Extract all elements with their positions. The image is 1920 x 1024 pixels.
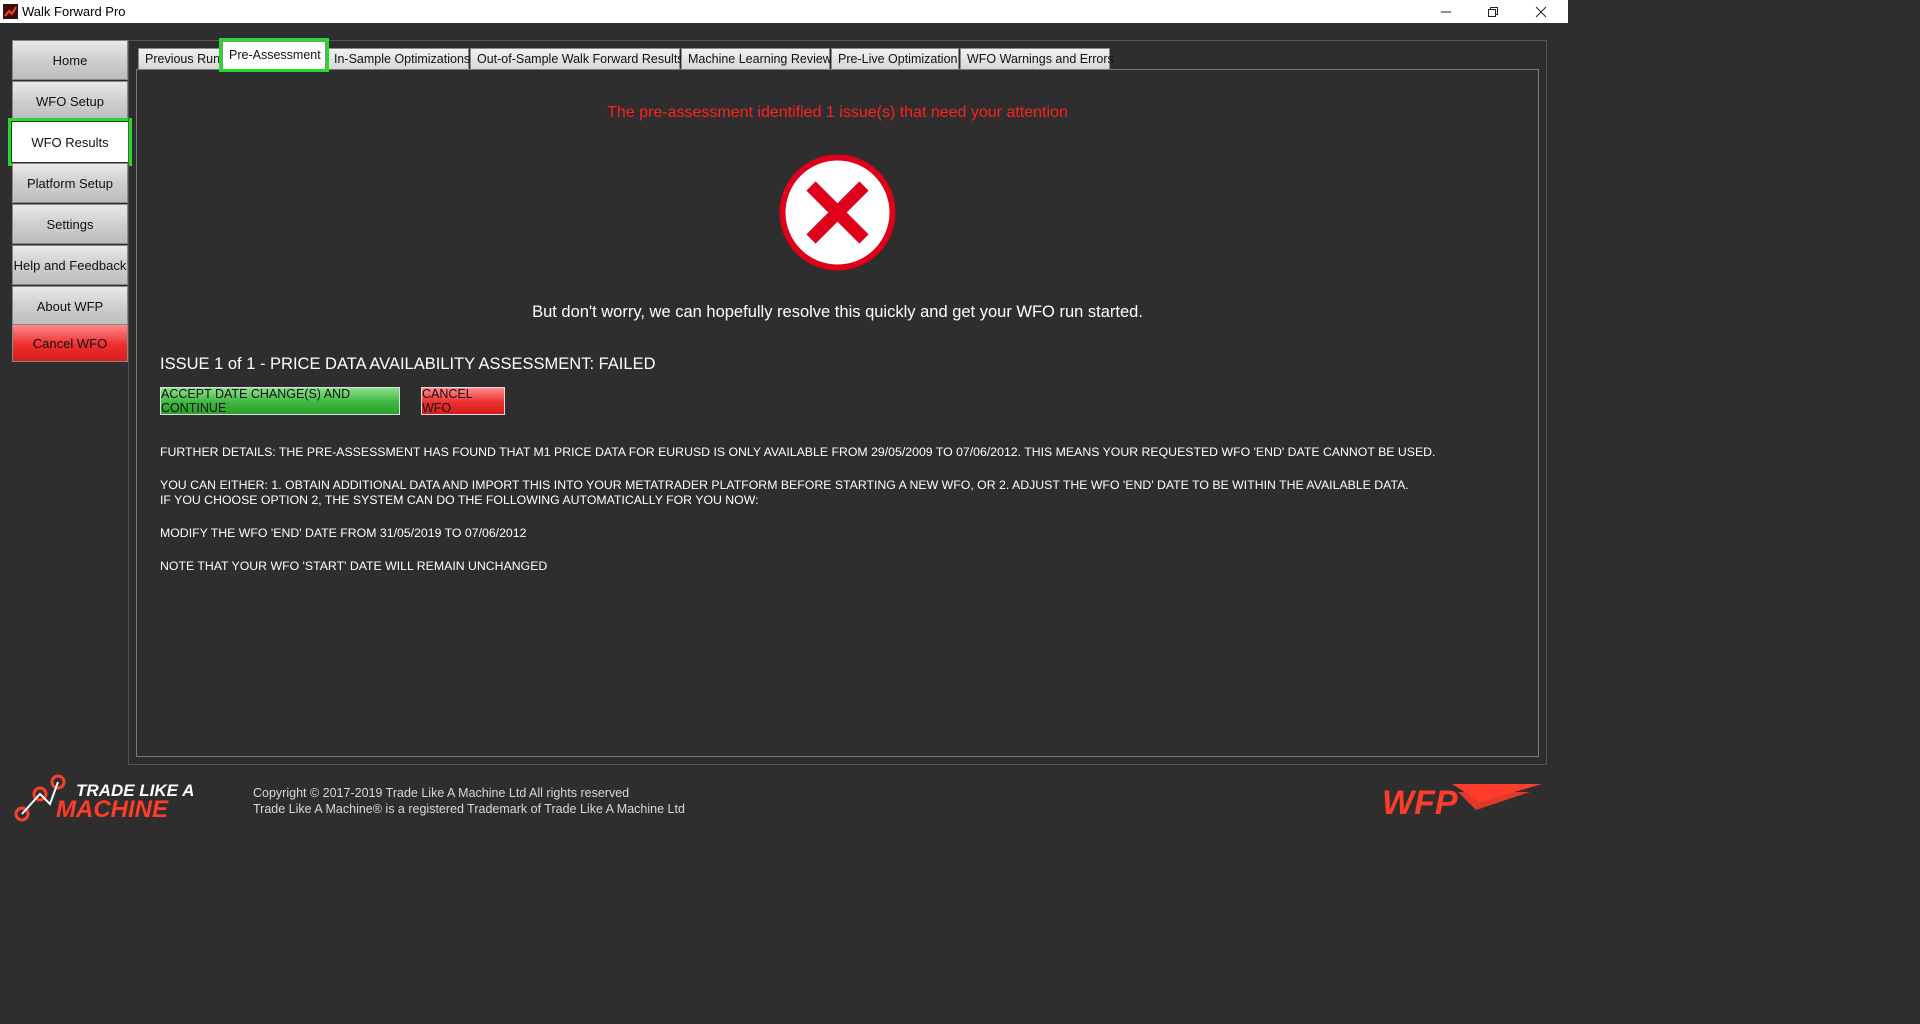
logo-text-line2: MACHINE (56, 796, 169, 823)
tab-in-sample-optimizations[interactable]: In-Sample Optimizations (327, 48, 470, 69)
minimize-button[interactable] (1423, 0, 1469, 23)
further-details-text: FURTHER DETAILS: THE PRE-ASSESSMENT HAS … (160, 445, 1436, 459)
sidebar-item-platform-setup[interactable]: Platform Setup (12, 163, 128, 203)
sidebar-item-settings[interactable]: Settings (12, 204, 128, 244)
modify-date-text: MODIFY THE WFO 'END' DATE FROM 31/05/201… (160, 526, 527, 540)
close-button[interactable] (1518, 0, 1564, 23)
cancel-wfo-button[interactable]: CANCEL WFO (421, 387, 505, 415)
trade-like-a-machine-logo: TRADE LIKE A MACHINE (14, 774, 194, 823)
wfp-logo: WFP (1382, 784, 1542, 820)
sidebar-item-wfo-results[interactable]: WFO Results (8, 118, 132, 166)
tab-machine-learning-review[interactable]: Machine Learning Review (681, 48, 832, 69)
accept-date-change-button[interactable]: ACCEPT DATE CHANGE(S) AND CONTINUE (160, 387, 400, 415)
tab-out-of-sample-results[interactable]: Out-of-Sample Walk Forward Results (470, 48, 684, 69)
reassurance-text: But don't worry, we can hopefully resolv… (532, 303, 1143, 321)
footer-copyright: Copyright © 2017-2019 Trade Like A Machi… (253, 785, 685, 817)
tab-pre-live-optimization[interactable]: Pre-Live Optimization (831, 48, 959, 69)
window-title: Walk Forward Pro (22, 4, 126, 19)
wfp-logo-text: WFP (1382, 784, 1458, 820)
copyright-line: Copyright © 2017-2019 Trade Like A Machi… (253, 786, 630, 800)
sidebar-item-about[interactable]: About WFP (12, 286, 128, 326)
options-text-line2: IF YOU CHOOSE OPTION 2, THE SYSTEM CAN D… (160, 493, 759, 507)
app-icon (3, 4, 18, 19)
options-text-line1: YOU CAN EITHER: 1. OBTAIN ADDITIONAL DAT… (160, 478, 1409, 492)
sidebar-item-wfo-setup[interactable]: WFO Setup (12, 81, 128, 121)
issue-title: ISSUE 1 of 1 - PRICE DATA AVAILABILITY A… (160, 355, 656, 373)
sidebar-item-help-feedback[interactable]: Help and Feedback (12, 245, 128, 285)
assessment-headline: The pre-assessment identified 1 issue(s)… (607, 104, 1068, 121)
title-bar: Walk Forward Pro (0, 0, 1568, 23)
start-date-note: NOTE THAT YOUR WFO 'START' DATE WILL REM… (160, 559, 548, 573)
error-icon (779, 154, 896, 271)
restore-button[interactable] (1470, 0, 1516, 23)
tab-wfo-warnings-errors[interactable]: WFO Warnings and Errors (960, 48, 1114, 69)
sidebar-cancel-wfo-button[interactable]: Cancel WFO (12, 324, 128, 362)
trademark-line: Trade Like A Machine® is a registered Tr… (253, 802, 685, 816)
sidebar-item-home[interactable]: Home (12, 40, 128, 80)
tab-pre-assessment[interactable]: Pre-Assessment (219, 38, 329, 72)
tab-previous-runs[interactable]: Previous Runs (138, 48, 226, 69)
